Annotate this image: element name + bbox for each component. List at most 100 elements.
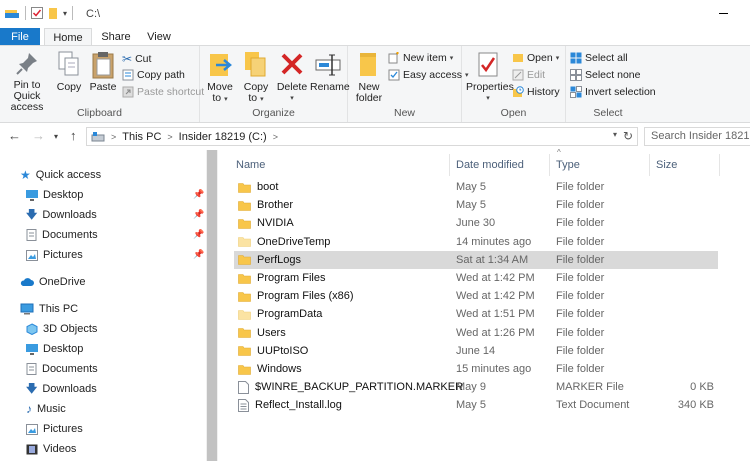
address-row: ← → ▾ ↑ > This PC > Insider 18219 (C:) >… — [0, 124, 750, 148]
nav-pc-videos[interactable]: Videos — [26, 439, 76, 459]
file-row[interactable]: boot May 5 File folder — [234, 178, 718, 196]
select-none-button[interactable]: Select none — [570, 69, 640, 81]
select-all-button[interactable]: Select all — [570, 52, 628, 64]
rename-icon — [315, 54, 341, 76]
recent-locations-icon[interactable]: ▾ — [54, 132, 58, 141]
paste-button[interactable]: Paste — [88, 50, 118, 93]
pin-icon[interactable]: 📌 — [193, 189, 204, 200]
breadcrumb-chevron-icon[interactable]: > — [167, 132, 172, 142]
file-row[interactable]: Reflect_Install.log May 5 Text Document 340… — [234, 396, 718, 414]
history-button[interactable]: History — [512, 86, 560, 98]
easy-access-button[interactable]: Easy access ▾ — [388, 69, 468, 81]
properties-button[interactable]: Properties ▾ — [466, 50, 514, 104]
properties-icon — [478, 52, 498, 77]
nav-this-pc[interactable]: This PC — [20, 299, 78, 319]
scissors-icon: ✂ — [122, 52, 133, 66]
folder-icon — [238, 328, 251, 338]
file-date: 14 minutes ago — [456, 235, 532, 248]
pin-to-quick-access-button[interactable]: Pin to Quick access — [2, 50, 52, 113]
file-row[interactable]: NVIDIA June 30 File folder — [234, 214, 718, 232]
file-row[interactable]: ProgramData Wed at 1:51 PM File folder — [234, 305, 718, 323]
file-name: ProgramData — [257, 308, 323, 321]
file-row[interactable]: PerfLogs Sat at 1:34 AM File folder — [234, 250, 718, 269]
tab-home[interactable]: Home — [44, 28, 92, 46]
move-to-dropdown-icon: ▾ — [224, 96, 228, 103]
nav-pc-downloads[interactable]: 🡇 Downloads — [26, 379, 97, 399]
folder-icon — [238, 237, 251, 247]
folder-icon — [238, 219, 251, 229]
file-size — [650, 360, 714, 378]
file-row[interactable]: UUPtoISO June 14 File folder — [234, 342, 718, 360]
file-size — [650, 305, 714, 323]
customize-toolbar-icon[interactable]: ▾ — [63, 9, 67, 18]
nav-pc-documents[interactable]: Documents — [26, 359, 98, 379]
back-arrow-icon[interactable]: ← — [8, 128, 21, 143]
file-row[interactable]: OneDriveTemp 14 minutes ago File folder — [234, 233, 718, 251]
open-group-label: Open — [500, 107, 527, 119]
column-header-type[interactable]: Type — [550, 154, 650, 176]
file-row[interactable]: Windows 15 minutes ago File folder — [234, 360, 718, 378]
nav-scrollbar-thumb[interactable] — [207, 150, 217, 461]
minimize-button[interactable] — [719, 13, 728, 14]
column-header-date[interactable]: Date modified — [450, 154, 550, 176]
invert-selection-button[interactable]: Invert selection — [570, 86, 656, 98]
file-row[interactable]: Users Wed at 1:26 PM File folder — [234, 324, 718, 342]
pin-icon[interactable]: 📌 — [193, 209, 204, 220]
delete-button[interactable]: Delete ▾ — [276, 50, 308, 104]
properties-check-icon[interactable] — [31, 7, 43, 19]
column-header-size[interactable]: Size — [650, 154, 720, 176]
paste-shortcut-button[interactable]: Paste shortcut — [122, 86, 204, 98]
nav-qa-desktop[interactable]: Desktop — [26, 185, 83, 205]
nav-quick-access[interactable]: ★ Quick access — [20, 165, 101, 185]
address-dropdown-icon[interactable]: ▾ — [613, 130, 617, 139]
nav-qa-pictures[interactable]: Pictures — [26, 245, 83, 265]
copy-button[interactable]: Copy — [56, 50, 82, 93]
pin-icon[interactable]: 📌 — [193, 229, 204, 240]
delete-dropdown-icon: ▾ — [290, 95, 294, 102]
desktop-icon — [26, 343, 38, 355]
nav-pc-desktop[interactable]: Desktop — [26, 339, 83, 359]
edit-button[interactable]: Edit — [512, 69, 545, 81]
cube-icon — [26, 323, 38, 335]
nav-qa-documents[interactable]: Documents — [26, 225, 98, 245]
history-icon — [513, 86, 524, 97]
new-item-button[interactable]: New item ▾ — [388, 52, 453, 64]
file-row[interactable]: Program Files Wed at 1:42 PM File folder — [234, 269, 718, 287]
refresh-icon[interactable]: ↻ — [623, 129, 633, 143]
up-arrow-icon[interactable]: ↑ — [70, 128, 77, 143]
nav-onedrive[interactable]: OneDrive — [20, 272, 85, 292]
copy-to-button[interactable]: Copy to ▾ — [240, 50, 272, 105]
rename-button[interactable]: Rename — [310, 50, 350, 93]
tab-view[interactable]: View — [140, 28, 178, 46]
file-date: June 30 — [456, 217, 496, 230]
nav-pc-music[interactable]: ♪ Music — [26, 399, 66, 419]
tab-file[interactable]: File — [0, 28, 40, 46]
column-header-name[interactable]: Name — [230, 154, 450, 176]
nav-qa-downloads[interactable]: 🡇 Downloads — [26, 205, 97, 225]
pictures-icon — [26, 423, 38, 435]
file-type: Text Document — [556, 399, 630, 412]
search-input[interactable]: Search Insider 18219 (C:) — [644, 127, 750, 146]
nav-pc-pictures[interactable]: Pictures — [26, 419, 83, 439]
explorer-icon[interactable] — [4, 7, 20, 19]
forward-arrow-icon[interactable]: → — [32, 128, 45, 143]
file-row[interactable]: Brother May 5 File folder — [234, 196, 718, 214]
file-size — [650, 342, 714, 360]
move-to-button[interactable]: Move to ▾ — [204, 50, 236, 105]
breadcrumb-chevron-icon[interactable]: > — [273, 132, 278, 142]
breadcrumb-drive[interactable]: Insider 18219 (C:) — [179, 131, 267, 143]
file-row[interactable]: $WINRE_BACKUP_PARTITION.MARKER May 9 MARKE… — [234, 378, 718, 396]
nav-pc-3d-objects[interactable]: 3D Objects — [26, 319, 97, 339]
file-row[interactable]: Program Files (x86) Wed at 1:42 PM File fo… — [234, 287, 718, 305]
tab-share[interactable]: Share — [96, 28, 136, 46]
address-bar[interactable]: > This PC > Insider 18219 (C:) > ▾ ↻ — [86, 127, 638, 146]
breadcrumb-chevron-icon[interactable]: > — [111, 132, 116, 142]
copy-path-button[interactable]: Copy path — [122, 69, 185, 81]
cut-button[interactable]: ✂ Cut — [122, 52, 151, 66]
new-folder-icon[interactable] — [48, 7, 58, 20]
open-button[interactable]: Open ▾ — [512, 52, 559, 64]
navigation-pane: ★ Quick access Desktop 📌 🡇 Downloads 📌 D… — [0, 150, 206, 461]
pin-icon[interactable]: 📌 — [193, 249, 204, 260]
new-folder-button[interactable]: New folder — [352, 50, 386, 104]
breadcrumb-this-pc[interactable]: This PC — [122, 131, 161, 143]
